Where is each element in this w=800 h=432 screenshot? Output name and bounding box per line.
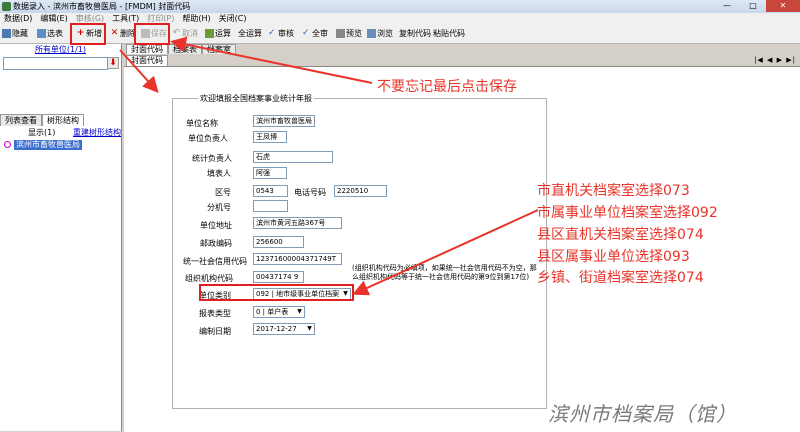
choice-line-4: 县区属事业单位选择093 (537, 249, 690, 265)
arrow-to-new (119, 49, 159, 93)
save-reminder: 不要忘记最后点击保存 (377, 79, 517, 95)
watermark: 滨州市档案局（馆） (548, 402, 737, 426)
arrow-to-save (170, 36, 373, 84)
choice-line-5: 乡镇、街道档案室选择074 (537, 270, 704, 286)
choice-line-2: 市属事业单位档案室选择092 (537, 205, 718, 221)
arrow-to-unit-type (352, 209, 539, 296)
choice-line-1: 市直机关档案室选择073 (537, 183, 690, 199)
choice-line-3: 县区直机关档案室选择074 (537, 227, 704, 243)
